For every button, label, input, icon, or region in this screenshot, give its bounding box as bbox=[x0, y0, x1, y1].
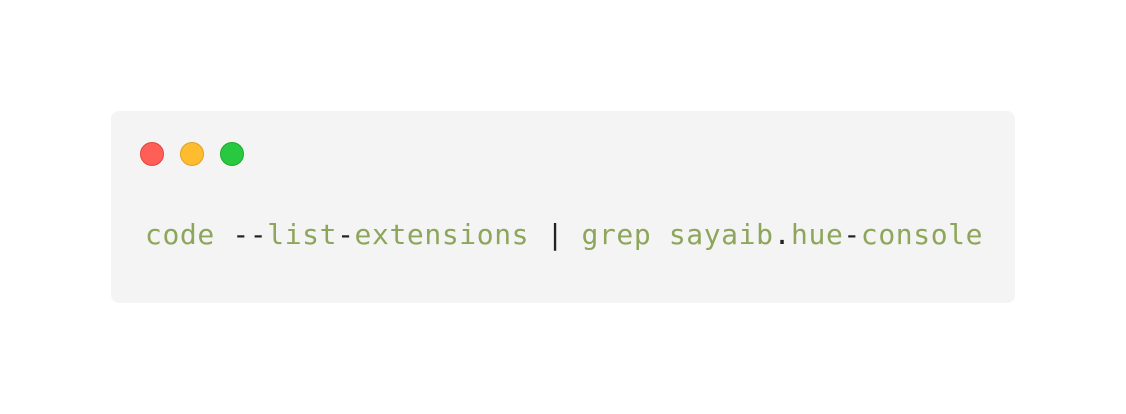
command-token bbox=[651, 218, 668, 251]
close-window-button[interactable] bbox=[140, 142, 164, 166]
command-token bbox=[215, 218, 232, 251]
command-token: | bbox=[529, 218, 582, 251]
command-token: sayaib bbox=[668, 218, 774, 251]
zoom-window-button[interactable] bbox=[220, 142, 244, 166]
page: code --list-extensions | grep sayaib.hue… bbox=[0, 0, 1126, 414]
command-token: - bbox=[337, 218, 355, 251]
command-token: list bbox=[267, 218, 338, 251]
command-token: -- bbox=[232, 218, 268, 251]
command-token: code bbox=[145, 218, 215, 251]
command-token: . bbox=[773, 218, 792, 251]
command-token: - bbox=[843, 218, 861, 251]
command-token: extensions bbox=[354, 218, 530, 251]
command-token: hue bbox=[791, 218, 844, 251]
command-token: console bbox=[860, 218, 984, 251]
terminal-window: code --list-extensions | grep sayaib.hue… bbox=[111, 111, 1015, 303]
command-token: grep bbox=[581, 218, 652, 251]
command-line: code --list-extensions | grep sayaib.hue… bbox=[145, 215, 983, 255]
minimize-window-button[interactable] bbox=[180, 142, 204, 166]
